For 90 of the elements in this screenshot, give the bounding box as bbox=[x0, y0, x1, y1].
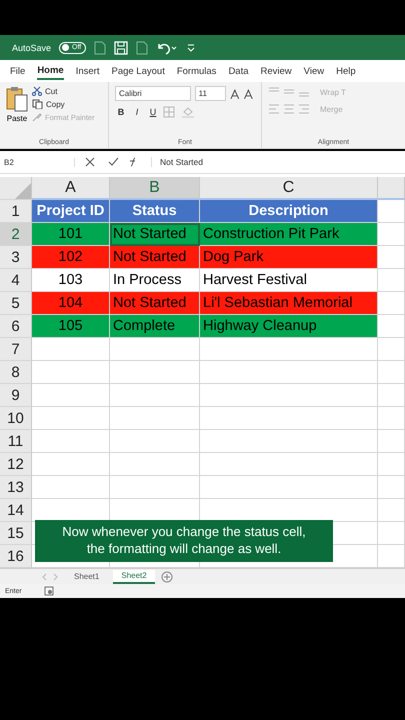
table-cell bbox=[378, 476, 405, 499]
table-cell: Dog Park bbox=[200, 246, 378, 269]
table-cell: 102 bbox=[32, 246, 110, 269]
table-cell bbox=[378, 522, 405, 545]
table-cell bbox=[378, 292, 405, 315]
menu-tab[interactable]: Home bbox=[37, 62, 64, 80]
table-cell: Highway Cleanup bbox=[200, 315, 378, 338]
bold-button[interactable]: B bbox=[115, 107, 127, 117]
row-header[interactable]: 10 bbox=[0, 407, 32, 430]
italic-button[interactable]: I bbox=[131, 107, 143, 117]
table-cell bbox=[378, 384, 405, 407]
row-header[interactable]: 8 bbox=[0, 361, 32, 384]
row-header[interactable]: 1 bbox=[0, 200, 32, 223]
row-header[interactable]: 5 bbox=[0, 292, 32, 315]
row-header[interactable]: 3 bbox=[0, 246, 32, 269]
column-header[interactable]: B bbox=[110, 177, 200, 200]
table-cell: Construction Pit Park bbox=[200, 223, 378, 246]
sheet-tab[interactable]: Sheet2 bbox=[113, 570, 155, 584]
table-cell: Description bbox=[200, 200, 378, 223]
menu-tab[interactable]: Formulas bbox=[176, 62, 216, 80]
table-cell bbox=[378, 407, 405, 430]
table-cell bbox=[378, 430, 405, 453]
clipboard-icon bbox=[6, 86, 28, 112]
column-header[interactable]: A bbox=[32, 177, 110, 200]
row-header[interactable]: 13 bbox=[0, 476, 32, 499]
font-name-field[interactable]: Calibri bbox=[115, 86, 191, 101]
row-header[interactable]: 16 bbox=[0, 545, 32, 568]
name-box[interactable]: B2 bbox=[4, 158, 75, 166]
row-header[interactable]: 12 bbox=[0, 453, 32, 476]
table-cell: Li'l Sebastian Memorial bbox=[200, 292, 378, 315]
row-header[interactable]: 6 bbox=[0, 315, 32, 338]
table-cell: 105 bbox=[32, 315, 110, 338]
sheet-tab[interactable]: Sheet1 bbox=[66, 570, 108, 584]
fill-color-icon[interactable] bbox=[181, 106, 195, 118]
add-sheet-icon[interactable] bbox=[160, 570, 173, 582]
table-cell bbox=[378, 223, 405, 246]
font-size-icon[interactable] bbox=[230, 88, 256, 100]
brush-icon bbox=[32, 112, 42, 122]
save-icon[interactable] bbox=[114, 40, 128, 54]
autosave-label: AutoSave bbox=[12, 42, 52, 52]
table-cell bbox=[378, 361, 405, 384]
formula-field[interactable]: Not Started bbox=[151, 157, 405, 167]
copy-icon bbox=[32, 99, 43, 109]
table-cell bbox=[378, 269, 405, 292]
table-cell: 101 bbox=[32, 223, 110, 246]
borders-icon[interactable] bbox=[163, 106, 177, 118]
table-cell bbox=[378, 246, 405, 269]
table-cell: Not Started bbox=[110, 246, 200, 269]
row-header[interactable]: 15 bbox=[0, 522, 32, 545]
row-header[interactable]: 7 bbox=[0, 338, 32, 361]
cut-button[interactable]: Cut bbox=[32, 86, 95, 96]
table-cell bbox=[378, 453, 405, 476]
row-header[interactable]: 11 bbox=[0, 430, 32, 453]
menu-tab[interactable]: Page Layout bbox=[111, 62, 165, 80]
table-cell bbox=[378, 338, 405, 361]
table-cell: Complete bbox=[110, 315, 200, 338]
scissors-icon bbox=[32, 86, 42, 96]
row-header[interactable]: 9 bbox=[0, 384, 32, 407]
table-cell: Not Started bbox=[110, 223, 200, 246]
table-cell: In Process bbox=[110, 269, 200, 292]
sheet-nav-icon[interactable] bbox=[40, 572, 60, 580]
row-header[interactable]: 14 bbox=[0, 499, 32, 522]
table-cell: Harvest Festival bbox=[200, 269, 378, 292]
menu-tab[interactable]: Data bbox=[228, 62, 249, 80]
table-cell bbox=[378, 315, 405, 338]
macro-icon[interactable] bbox=[44, 586, 54, 596]
column-header[interactable]: C bbox=[200, 177, 378, 200]
copy-button[interactable]: Copy bbox=[32, 99, 95, 109]
font-size-field[interactable]: 11 bbox=[194, 86, 226, 101]
underline-button[interactable]: U bbox=[147, 107, 159, 117]
row-header[interactable]: 2 bbox=[0, 223, 32, 246]
customize-icon[interactable] bbox=[186, 42, 196, 52]
menu-tab[interactable]: View bbox=[304, 62, 324, 80]
file-icon[interactable] bbox=[94, 40, 106, 54]
table-cell: Not Started bbox=[110, 292, 200, 315]
table-cell: Project ID bbox=[32, 200, 110, 223]
table-cell bbox=[378, 499, 405, 522]
table-cell bbox=[378, 200, 405, 223]
menu-tab[interactable]: Insert bbox=[76, 62, 100, 80]
column-header[interactable] bbox=[378, 177, 405, 200]
caption-text: Now whenever you change the status cell, the formatting will change as well. bbox=[35, 520, 333, 562]
row-header[interactable]: 4 bbox=[0, 269, 32, 292]
menu-tab[interactable]: File bbox=[10, 62, 26, 80]
document-icon[interactable] bbox=[136, 40, 148, 54]
table-cell: 103 bbox=[32, 269, 110, 292]
menu-tab[interactable]: Review bbox=[260, 62, 292, 80]
table-cell: Status bbox=[110, 200, 200, 223]
menu-tab[interactable]: Help bbox=[336, 62, 356, 80]
table-cell: 104 bbox=[32, 292, 110, 315]
paste-button[interactable]: Paste bbox=[6, 86, 28, 123]
